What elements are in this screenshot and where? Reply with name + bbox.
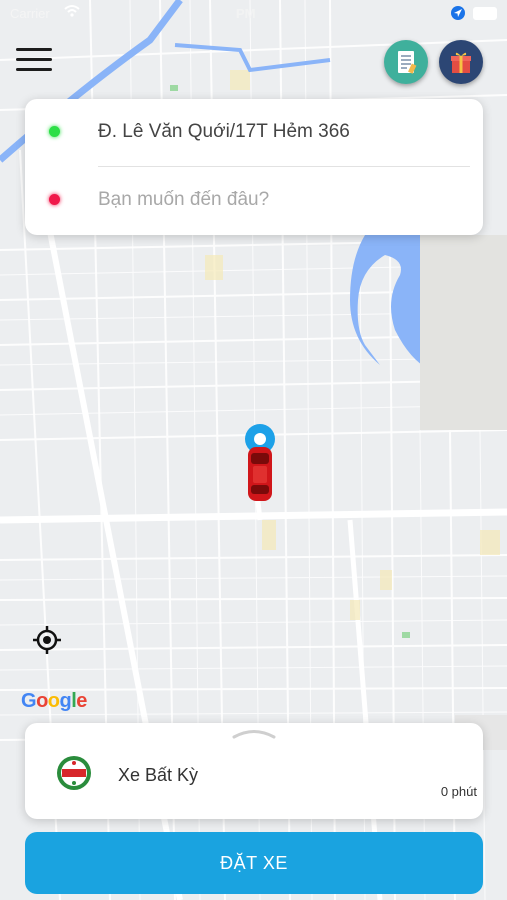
destination-field[interactable]: Bạn muốn đến đâu? — [25, 167, 483, 233]
receipt-icon — [398, 51, 417, 74]
status-bar: Carrier PM — [0, 0, 507, 26]
gift-button[interactable] — [439, 40, 483, 84]
battery-icon — [473, 7, 497, 20]
vehicle-name: Xe Bất Kỳ — [118, 765, 199, 785]
vehicle-option[interactable]: Xe Bất Kỳ 0 phút — [25, 733, 483, 819]
eta-label: 0 phút — [440, 784, 477, 799]
book-ride-button[interactable]: ĐẶT XE — [25, 832, 483, 894]
pickup-field[interactable]: Đ. Lê Văn Quới/17T Hẻm 366 — [25, 99, 483, 165]
pickup-dot-icon — [49, 126, 60, 137]
destination-placeholder: Bạn muốn đến đâu? — [98, 189, 270, 210]
vehicle-card: Xe Bất Kỳ 0 phút — [25, 723, 483, 819]
wifi-icon — [64, 5, 80, 17]
status-time: PM — [236, 6, 256, 21]
hamburger-menu-icon[interactable] — [16, 48, 52, 76]
history-button[interactable] — [384, 40, 428, 84]
taxi-logo-icon — [57, 756, 91, 790]
my-location-icon[interactable] — [31, 624, 63, 656]
red-car-icon — [248, 447, 272, 501]
pickup-address: Đ. Lê Văn Quới/17T Hẻm 366 — [98, 121, 350, 142]
address-card: Đ. Lê Văn Quới/17T Hẻm 366 Bạn muốn đến … — [25, 99, 483, 235]
location-arrow-icon — [451, 6, 465, 20]
gift-icon — [451, 52, 471, 73]
google-logo: Google — [21, 690, 87, 712]
carrier-label: Carrier — [10, 6, 50, 21]
destination-dot-icon — [49, 194, 60, 205]
